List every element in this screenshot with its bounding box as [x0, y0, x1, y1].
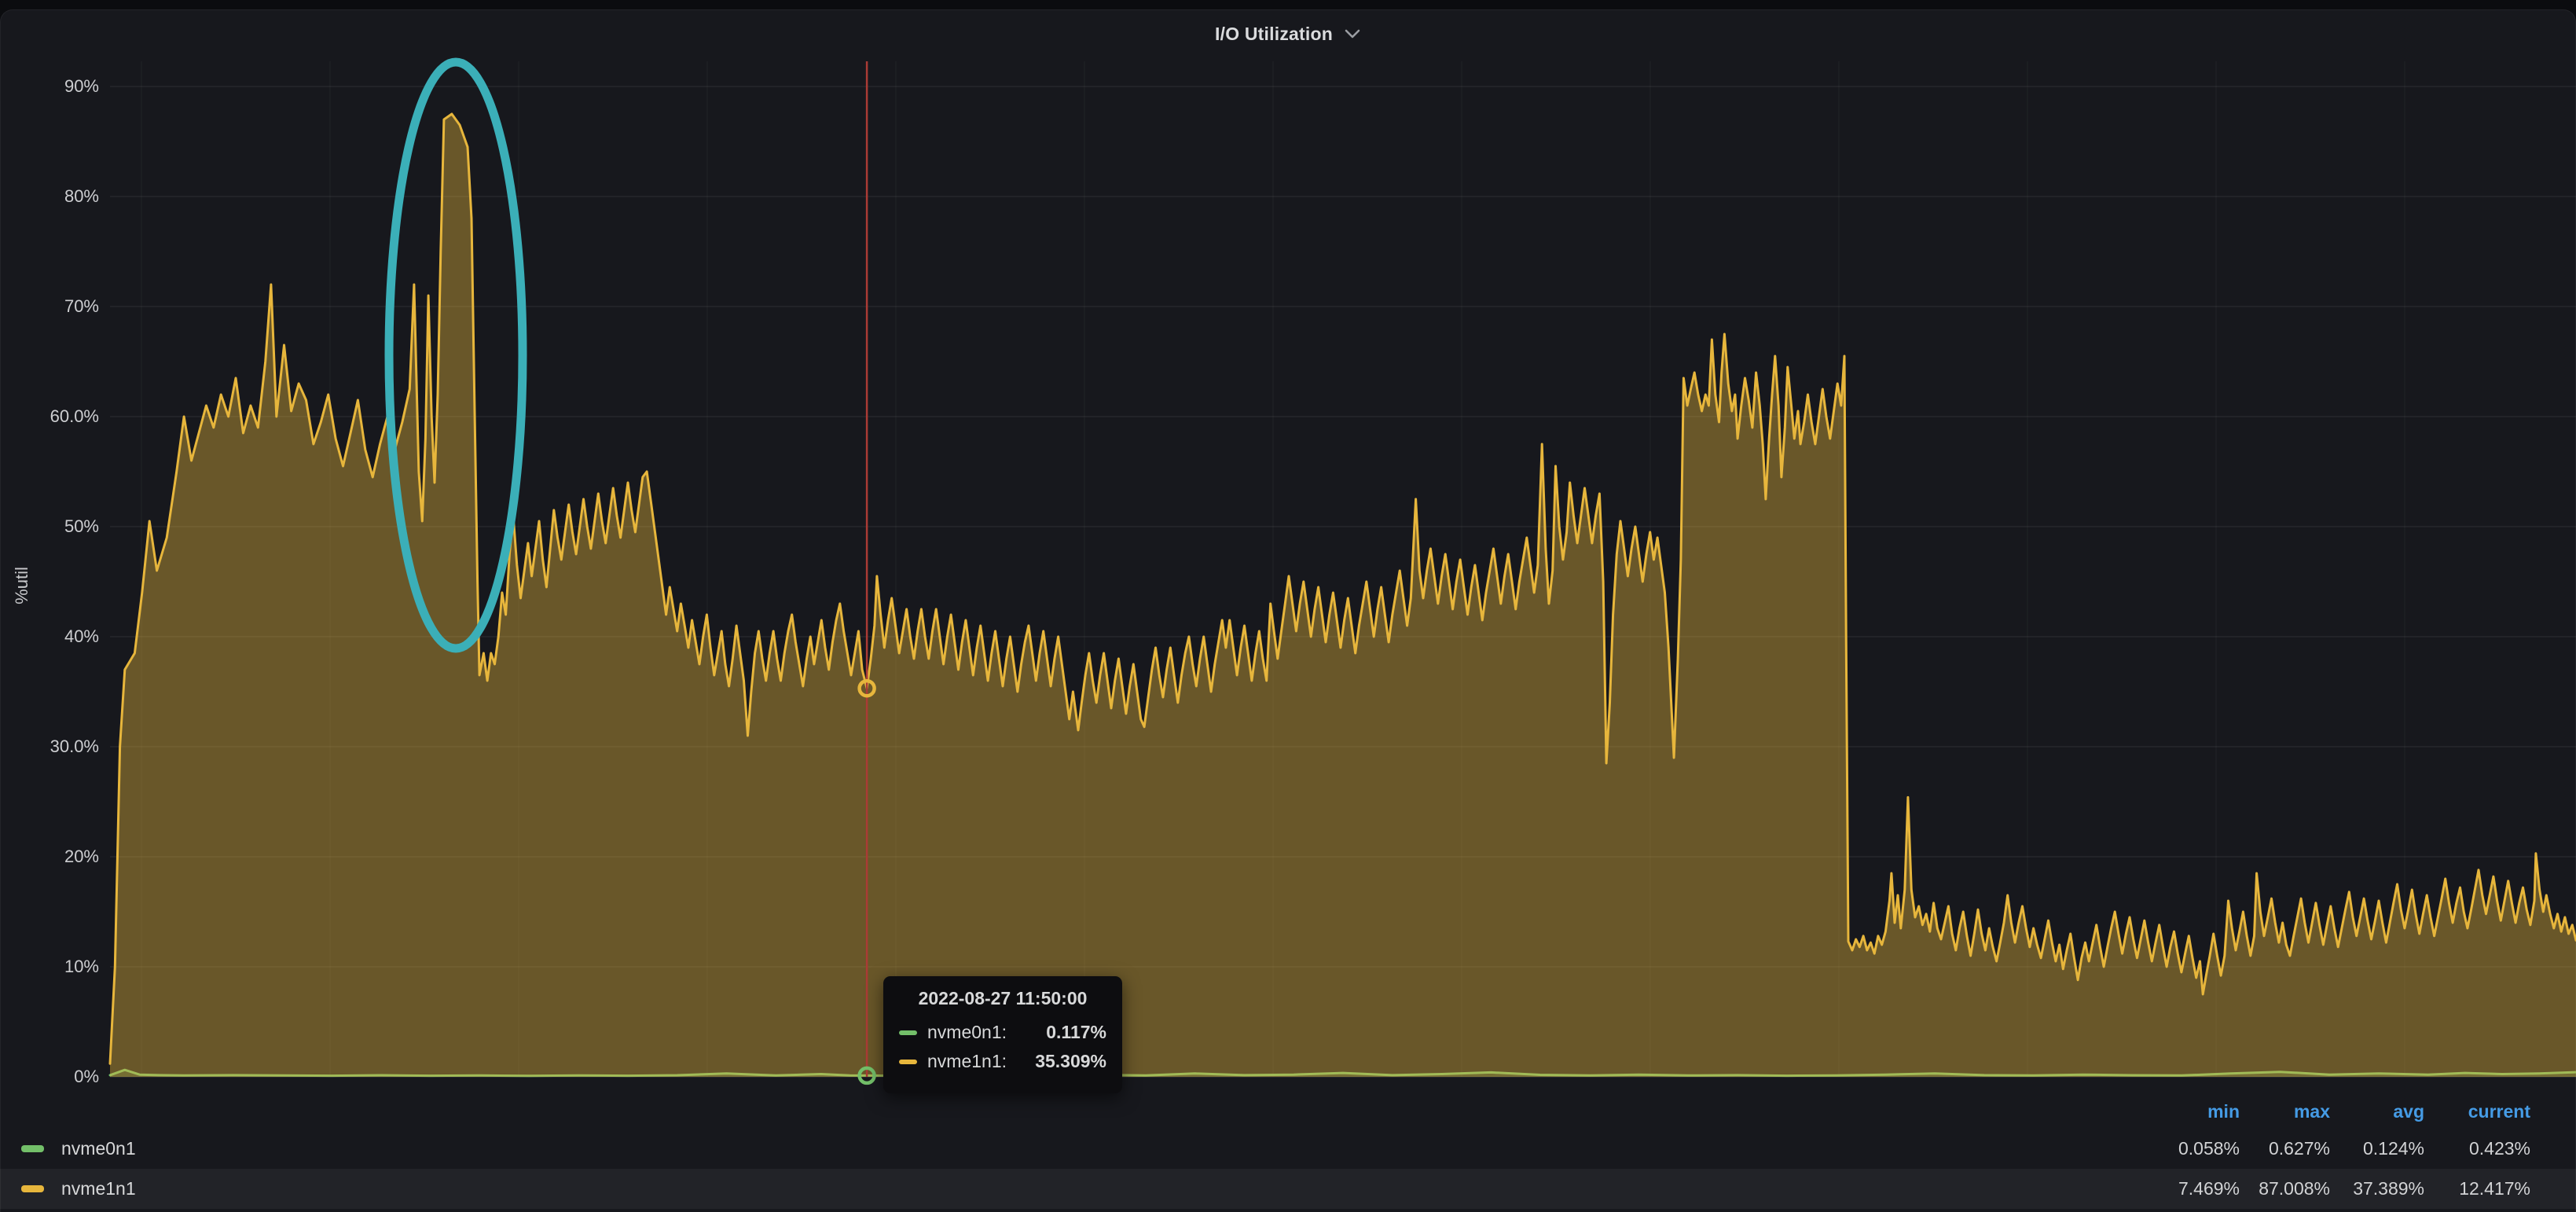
series-color-icon — [899, 1060, 917, 1064]
y-axis-tick-label: 40% — [0, 626, 99, 647]
panel-title[interactable]: I/O Utilization — [1215, 24, 1333, 45]
legend-series-name[interactable]: nvme1n1 — [61, 1178, 136, 1199]
y-axis-tick-label: 50% — [0, 516, 99, 537]
legend-table: min max avg current nvme0n1 0.058% 0.627… — [0, 1094, 2576, 1212]
y-axis-tick-label: 10% — [0, 957, 99, 977]
legend-value-max: 87.008% — [2240, 1178, 2330, 1199]
y-axis-tick-label: 70% — [0, 296, 99, 317]
tooltip-series-name: nvme1n1: — [927, 1051, 1007, 1072]
tooltip-row-nvme1n1: nvme1n1: 35.309% — [899, 1047, 1106, 1076]
legend-value-min: 7.469% — [2149, 1178, 2240, 1199]
legend-value-avg: 37.389% — [2330, 1178, 2424, 1199]
chevron-down-icon[interactable] — [1344, 28, 1361, 39]
legend-header-max[interactable]: max — [2240, 1101, 2330, 1122]
legend-value-current: 0.423% — [2424, 1138, 2530, 1159]
tooltip-row-nvme0n1: nvme0n1: 0.117% — [899, 1018, 1106, 1047]
y-axis-tick-label: 0% — [0, 1067, 99, 1087]
legend-row-nvme1n1: nvme1n1 7.469% 87.008% 37.389% 12.417% — [0, 1169, 2576, 1209]
y-axis-title: %util — [12, 567, 32, 604]
panel-header[interactable]: I/O Utilization — [0, 9, 2576, 58]
tooltip-series-name: nvme0n1: — [927, 1022, 1007, 1043]
chart-canvas[interactable] — [0, 0, 2576, 1212]
tooltip-timestamp: 2022-08-27 11:50:00 — [899, 988, 1106, 1009]
series-color-icon[interactable] — [21, 1185, 44, 1192]
y-axis-tick-label: 90% — [0, 76, 99, 97]
grafana-dashboard: { "panel": {"title": "I/O Utilization"},… — [0, 0, 2576, 1212]
legend-value-max: 0.627% — [2240, 1138, 2330, 1159]
legend-header-row: min max avg current — [0, 1094, 2576, 1129]
legend-series-name[interactable]: nvme0n1 — [61, 1138, 136, 1159]
tooltip-series-value: 0.117% — [1046, 1022, 1106, 1043]
legend-value-min: 0.058% — [2149, 1138, 2240, 1159]
y-axis-tick-label: 60.0% — [0, 406, 99, 427]
legend-header-avg[interactable]: avg — [2330, 1101, 2424, 1122]
legend-row-nvme0n1: nvme0n1 0.058% 0.627% 0.124% 0.423% — [0, 1129, 2576, 1169]
legend-header-current[interactable]: current — [2424, 1101, 2530, 1122]
legend-header-min[interactable]: min — [2149, 1101, 2240, 1122]
series-color-icon[interactable] — [21, 1145, 44, 1152]
hover-tooltip: 2022-08-27 11:50:00 nvme0n1: 0.117% nvme… — [883, 976, 1122, 1093]
legend-value-current: 12.417% — [2424, 1178, 2530, 1199]
y-axis-tick-label: 30.0% — [0, 736, 99, 757]
tooltip-series-value: 35.309% — [1035, 1051, 1106, 1072]
legend-value-avg: 0.124% — [2330, 1138, 2424, 1159]
y-axis-tick-label: 80% — [0, 186, 99, 207]
y-axis-tick-label: 20% — [0, 847, 99, 867]
series-color-icon — [899, 1030, 917, 1035]
series-area-nvme1n1 — [110, 114, 2576, 1077]
